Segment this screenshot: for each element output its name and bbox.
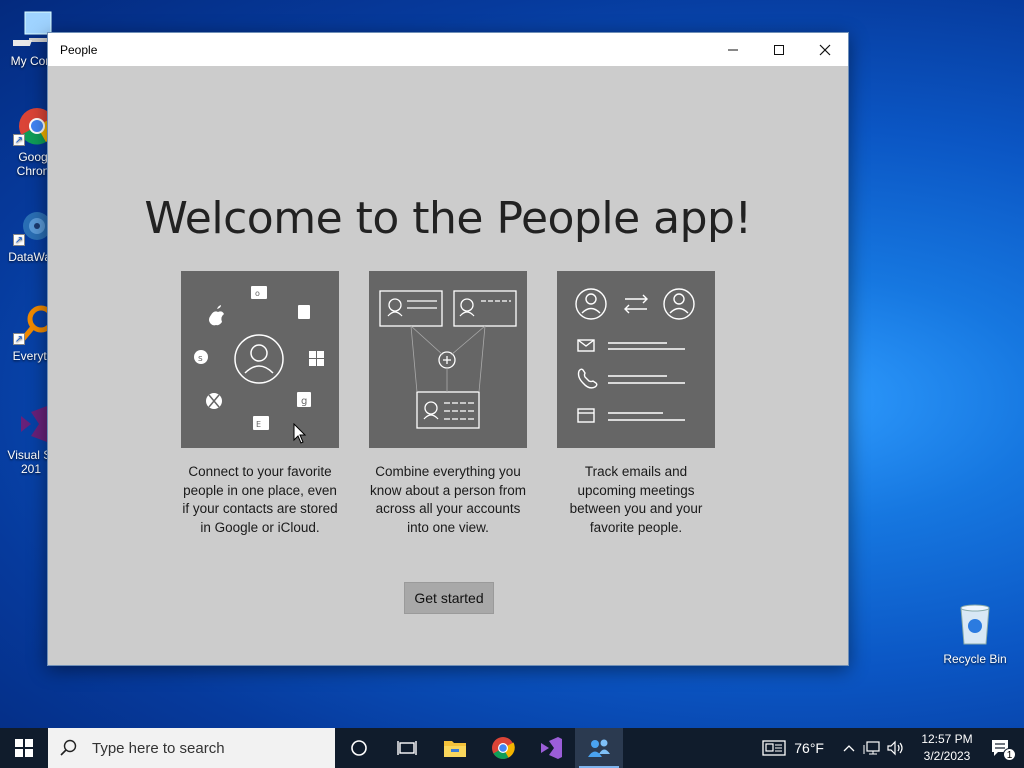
recycle-bin-icon: [955, 602, 995, 646]
recycle-bin-label: Recycle Bin: [943, 652, 1007, 666]
svg-text:E: E: [256, 420, 261, 429]
file-explorer-icon: [444, 741, 466, 757]
taskbar-clock[interactable]: 12:57 PM 3/2/2023: [916, 731, 978, 765]
connect-accounts-icon: o s g E: [194, 286, 324, 430]
show-hidden-icons-button[interactable]: [838, 728, 860, 768]
task-view-button[interactable]: [383, 728, 431, 768]
mouse-cursor-icon: [293, 423, 307, 444]
people-window: People Welcome to the People app! o s g …: [47, 32, 849, 666]
start-button[interactable]: [0, 728, 48, 768]
shortcut-arrow-icon: ↗: [13, 333, 25, 345]
shortcut-arrow-icon: ↗: [13, 134, 25, 146]
network-button[interactable]: [860, 728, 884, 768]
shortcut-arrow-icon: ↗: [13, 234, 25, 246]
combine-contacts-icon: [379, 290, 517, 429]
connect-accounts-tile: o s g E: [181, 271, 339, 448]
close-button[interactable]: [802, 33, 848, 66]
news-weather-icon: [762, 740, 786, 756]
taskbar: Type here to search 76°F 12:57 PM 3/2/20…: [0, 728, 1024, 768]
window-titlebar[interactable]: People: [48, 33, 848, 66]
connect-accounts-text: Connect to your favorite people in one p…: [182, 464, 338, 535]
svg-text:s: s: [198, 354, 203, 364]
track-emails-tile: [557, 271, 715, 448]
get-started-button[interactable]: Get started: [404, 582, 494, 614]
cortana-button[interactable]: [335, 728, 383, 768]
desktop-icon-recycle-bin[interactable]: Recycle Bin: [940, 602, 1010, 666]
maximize-button[interactable]: [756, 33, 802, 66]
cortana-icon: [351, 740, 367, 756]
search-placeholder: Type here to search: [92, 739, 225, 757]
svg-text:o: o: [255, 289, 260, 298]
welcome-content: Welcome to the People app! o s g E Conne…: [48, 66, 848, 666]
taskbar-search-box[interactable]: Type here to search: [48, 728, 335, 768]
people-taskbar-button[interactable]: [575, 728, 623, 768]
notification-badge: 1: [1003, 748, 1016, 761]
window-title: People: [60, 42, 98, 57]
welcome-heading: Welcome to the People app!: [144, 193, 752, 244]
volume-icon: [887, 740, 903, 756]
file-explorer-button[interactable]: [431, 728, 479, 768]
weather-temperature: 76°F: [794, 740, 824, 756]
track-emails-text: Track emails and upcoming meetings betwe…: [569, 464, 703, 535]
visual-studio-taskbar-button[interactable]: [527, 728, 575, 768]
clock-time: 12:57 PM: [921, 732, 973, 746]
close-icon: [819, 44, 831, 55]
combine-contacts-text: Combine everything you know about a pers…: [369, 464, 527, 535]
combine-contacts-tile: [369, 271, 527, 448]
svg-text:g: g: [301, 396, 307, 407]
chevron-up-icon: [843, 745, 855, 752]
network-icon: [863, 741, 880, 755]
weather-widget[interactable]: 76°F: [762, 739, 824, 757]
minimize-button[interactable]: [710, 33, 756, 66]
chrome-taskbar-button[interactable]: [479, 728, 527, 768]
system-tray: 76°F 12:57 PM 3/2/2023 1: [762, 728, 1024, 768]
people-icon: [588, 739, 610, 757]
search-icon: [60, 739, 77, 756]
volume-button[interactable]: [884, 728, 908, 768]
minimize-icon: [728, 49, 738, 50]
maximize-icon: [774, 44, 784, 55]
task-view-icon: [397, 741, 417, 755]
windows-logo-icon: [15, 739, 33, 757]
chrome-icon: [492, 737, 515, 759]
track-emails-icon: [575, 288, 695, 423]
action-center-button[interactable]: 1: [978, 728, 1024, 768]
clock-date: 3/2/2023: [923, 749, 971, 763]
visual-studio-icon: [541, 737, 562, 759]
